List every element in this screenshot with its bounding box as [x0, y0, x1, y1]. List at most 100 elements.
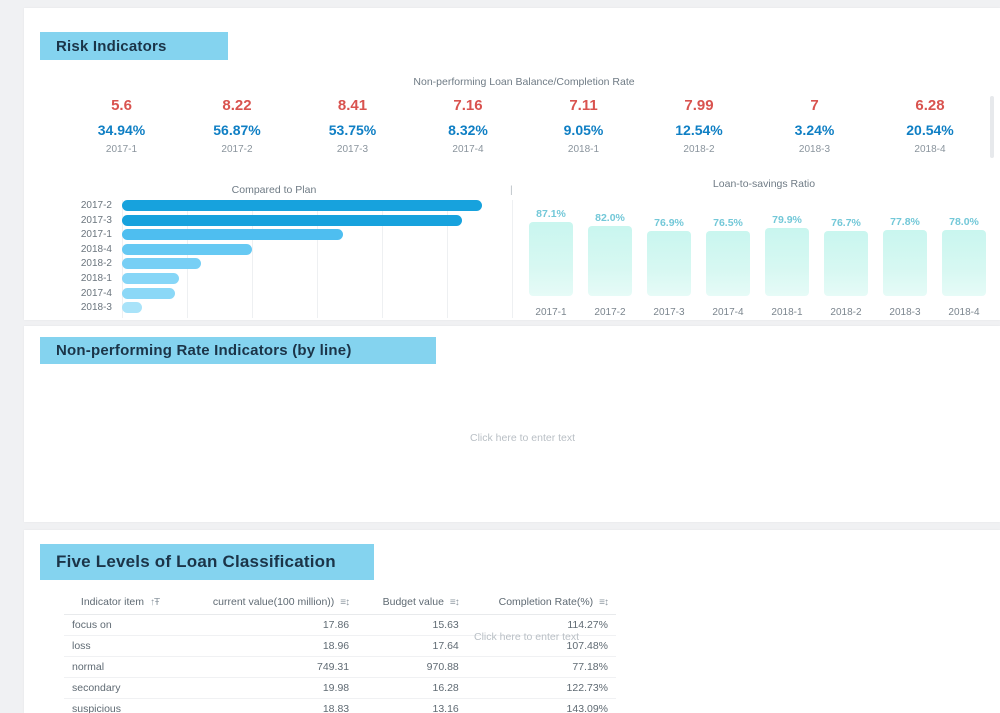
- bar-value-label: 76.5%: [713, 217, 743, 230]
- kpi-scrollbar[interactable]: [990, 96, 994, 158]
- table-header-cell[interactable]: Indicator item ↑Ŧ: [64, 592, 176, 615]
- kpi-rate: 56.87%: [213, 122, 261, 138]
- bar-fill: [122, 258, 202, 270]
- table-row[interactable]: secondary 19.98 16.28 122.73%: [64, 677, 616, 699]
- bar-column[interactable]: 77.8% 2018-3: [883, 198, 927, 318]
- kpi-period: 2017-1: [105, 144, 138, 155]
- compared-to-plan-caption: Compared to Plan: [231, 184, 317, 196]
- kpi-cell[interactable]: 7 3.24% 2018-3: [757, 94, 872, 170]
- filter-icon[interactable]: ≡↕: [340, 597, 350, 608]
- bar-row[interactable]: 2017-4: [64, 287, 514, 301]
- table-header-label: Indicator item: [80, 596, 144, 608]
- bar-label: 2017-2: [80, 200, 112, 211]
- bar-track: [122, 272, 514, 284]
- bar-row[interactable]: 2018-1: [64, 272, 514, 286]
- bar-label: 2017-3: [80, 214, 112, 226]
- bar-axis-label: 2018-4: [948, 307, 980, 318]
- bar-column[interactable]: 76.9% 2017-3: [647, 198, 691, 318]
- risk-indicators-panel: Risk Indicators Non-performing Loan Bala…: [24, 8, 1000, 320]
- page-title-risk-indicators: Risk Indicators: [40, 32, 228, 60]
- bar-fill: [824, 230, 868, 296]
- bar-fill: [122, 272, 180, 284]
- bar-track: [122, 287, 514, 299]
- bar-track: [122, 229, 514, 241]
- bar-label: 2018-4: [80, 243, 112, 255]
- page-title-five-levels: Five Levels of Loan Classification: [40, 544, 374, 580]
- kpi-cell[interactable]: 6.28 20.54% 2018-4: [873, 94, 988, 170]
- table-cell-budget: 17.64: [357, 635, 467, 657]
- bar-column[interactable]: 87.1% 2017-1: [529, 198, 573, 318]
- kpi-value: 7.16: [453, 97, 483, 114]
- kpi-cell[interactable]: 5.6 34.94% 2017-1: [64, 94, 179, 170]
- kpi-cell[interactable]: 7.16 8.32% 2017-4: [411, 94, 526, 170]
- bar-value-label: 76.9%: [654, 216, 684, 229]
- bar-fill: [765, 228, 809, 296]
- kpi-period: 2018-1: [567, 144, 600, 155]
- table-header-row: Indicator item ↑Ŧ current value(100 millio…: [64, 592, 616, 615]
- bar-label: 2017-1: [80, 229, 112, 241]
- bar-fill: [122, 200, 482, 211]
- kpi-cell[interactable]: 7.99 12.54% 2018-2: [642, 94, 757, 170]
- kpi-rate: 3.24%: [794, 122, 835, 138]
- bar-label: 2018-1: [80, 272, 112, 284]
- kpi-cell[interactable]: 7.11 9.05% 2018-1: [526, 94, 641, 170]
- kpi-rate: 53.75%: [328, 122, 377, 138]
- bar-fill: [706, 231, 750, 296]
- table-row[interactable]: normal 749.31 970.88 77.18%: [64, 656, 616, 678]
- bar-value-label: 78.0%: [949, 215, 979, 228]
- bar-value-label: 79.9%: [772, 214, 802, 227]
- table-cell-item: normal: [64, 656, 176, 678]
- table-cell-current: 17.86: [176, 614, 358, 636]
- sort-icon[interactable]: ↑Ŧ: [150, 597, 160, 608]
- table-cell-budget: 16.28: [357, 677, 467, 699]
- gauge-text-placeholder[interactable]: Click here to enter text: [470, 432, 575, 444]
- bar-axis-label: 2017-2: [594, 307, 626, 318]
- kpi-cell[interactable]: 8.41 53.75% 2017-3: [295, 94, 410, 170]
- bar-fill: [883, 230, 927, 296]
- table-row[interactable]: suspicious 18.83 13.16 143.09%: [64, 698, 616, 713]
- bar-fill: [529, 222, 573, 296]
- bar-axis-label: 2017-3: [653, 307, 685, 318]
- kpi-period: 2018-4: [914, 144, 946, 155]
- kpi-value: 8.41: [337, 97, 368, 114]
- bar-column[interactable]: 79.9% 2018-1: [765, 198, 809, 318]
- table-header-cell[interactable]: Budget value ≡↕: [357, 592, 467, 615]
- table-header-cell[interactable]: current value(100 million)) ≡↕: [176, 592, 358, 615]
- bar-fill: [122, 229, 343, 241]
- table-cell-current: 18.83: [176, 698, 358, 713]
- kpi-strip: 5.6 34.94% 2017-1 8.22 56.87% 2017-2 8.41 53.75…: [64, 94, 988, 170]
- bar-row[interactable]: 2018-4: [64, 243, 514, 257]
- bar-column[interactable]: 76.5% 2017-4: [706, 198, 750, 318]
- bar-fill: [647, 230, 691, 296]
- filter-icon[interactable]: ≡↕: [450, 597, 460, 608]
- bar-axis-label: 2017-1: [535, 307, 567, 318]
- kpi-cell[interactable]: 8.22 56.87% 2017-2: [180, 94, 295, 170]
- bar-row[interactable]: 2018-2: [64, 258, 514, 271]
- bar-value-label: 87.1%: [536, 208, 566, 221]
- bar-row[interactable]: 2017-3: [64, 214, 514, 228]
- bar-value-label: 77.8%: [890, 216, 920, 229]
- table-head: Indicator item ↑Ŧ current value(100 millio…: [64, 592, 616, 615]
- table-header-cell[interactable]: Completion Rate(%) ≡↕: [466, 592, 616, 615]
- bar-fill: [122, 287, 175, 299]
- bar-column[interactable]: 82.0% 2017-2: [588, 198, 632, 318]
- bar-row[interactable]: 2017-2: [64, 200, 514, 213]
- bar-value-label: 76.7%: [831, 216, 861, 229]
- kpi-period: 2017-3: [336, 144, 369, 155]
- kpi-rate: 9.05%: [563, 122, 604, 138]
- table-cell-rate: 122.73%: [466, 677, 616, 699]
- bar-row[interactable]: 2018-3: [64, 302, 514, 315]
- table-text-placeholder[interactable]: Click here to enter text: [474, 631, 579, 643]
- table-cell-current: 19.98: [176, 677, 358, 699]
- kpi-rate: 8.32%: [448, 122, 488, 138]
- table-cell-rate: 77.18%: [466, 656, 616, 678]
- bar-label: 2018-2: [80, 258, 112, 270]
- bar-row[interactable]: 2017-1: [64, 229, 514, 242]
- five-levels-panel: Five Levels of Loan Classification Indic…: [24, 530, 1000, 713]
- kpi-value: 7: [810, 97, 819, 114]
- table-cell-budget: 13.16: [357, 698, 467, 713]
- filter-icon[interactable]: ≡↕: [599, 597, 609, 608]
- bar-axis-label: 2018-1: [771, 307, 803, 318]
- bar-column[interactable]: 78.0% 2018-4: [942, 198, 986, 318]
- bar-column[interactable]: 76.7% 2018-2: [824, 198, 868, 318]
